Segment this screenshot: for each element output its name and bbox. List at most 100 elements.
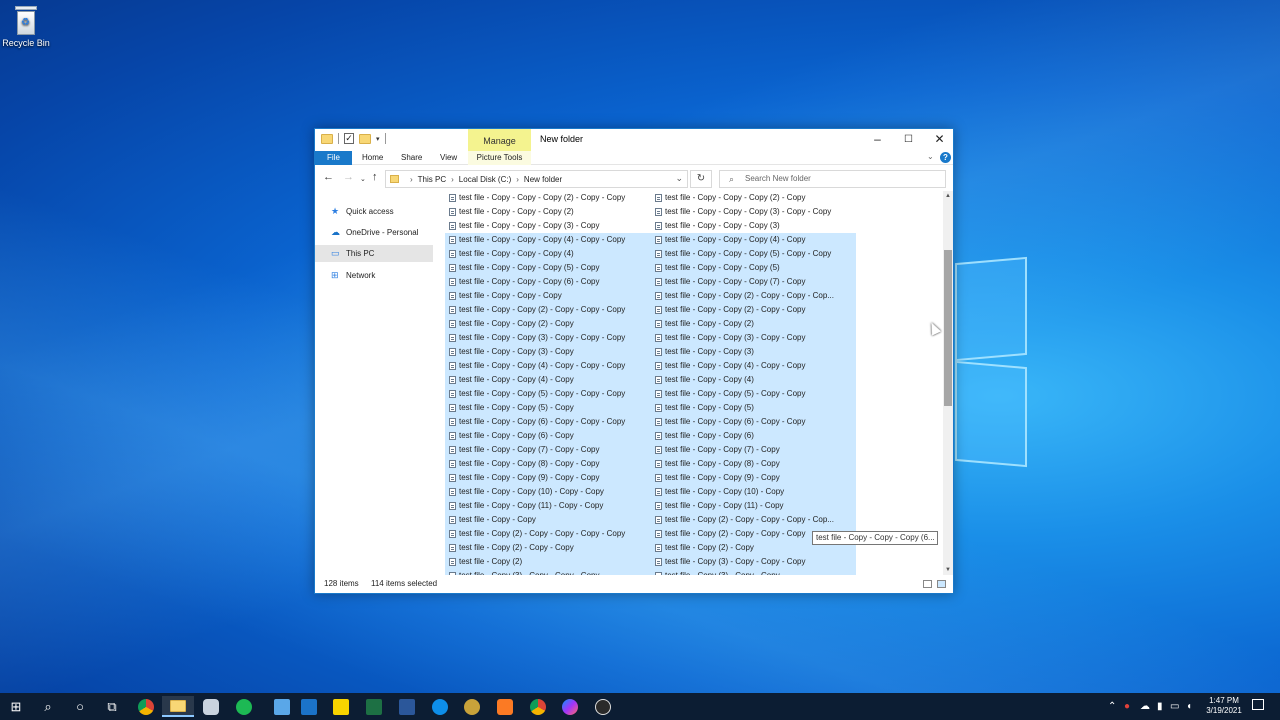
customize-dropdown-icon[interactable]: ▾ bbox=[376, 135, 380, 143]
chrome-icon[interactable] bbox=[130, 696, 162, 717]
tab-manage[interactable]: Manage bbox=[468, 129, 531, 151]
file-item[interactable]: test file - Copy - Copy - Copy (3) - Cop… bbox=[651, 205, 856, 219]
file-item[interactable]: test file - Copy - Copy (2) - Copy bbox=[445, 317, 651, 331]
refresh-button[interactable]: ↻ bbox=[690, 170, 712, 188]
file-item[interactable]: test file - Copy - Copy (4) - Copy bbox=[445, 373, 651, 387]
sticky-notes-icon[interactable] bbox=[325, 696, 357, 717]
up-icon[interactable]: ↑ bbox=[372, 171, 378, 183]
search-input[interactable]: ⌕ Search New folder bbox=[719, 170, 946, 188]
file-item[interactable]: test file - Copy - Copy - Copy (4) bbox=[445, 247, 651, 261]
file-item[interactable]: test file - Copy - Copy (6) - Copy - Cop… bbox=[651, 415, 856, 429]
nav-item-this-pc[interactable]: ▭ This PC bbox=[315, 245, 433, 262]
app2-icon[interactable] bbox=[456, 696, 488, 717]
file-item[interactable]: test file - Copy - Copy (8) - Copy - Cop… bbox=[445, 457, 651, 471]
file-item[interactable]: test file - Copy - Copy - Copy (3) - Cop… bbox=[445, 219, 651, 233]
file-item[interactable]: test file - Copy - Copy (3) - Copy - Cop… bbox=[445, 331, 651, 345]
scroll-up-icon[interactable]: ▲ bbox=[943, 191, 953, 201]
teamviewer-icon[interactable] bbox=[424, 696, 456, 717]
tab-view[interactable]: View bbox=[440, 151, 457, 165]
chevron-right-icon[interactable]: › bbox=[516, 175, 519, 184]
file-item[interactable]: test file - Copy - Copy (3) - Copy - Cop… bbox=[651, 331, 856, 345]
security-icon[interactable]: ● bbox=[1124, 693, 1130, 720]
details-view-icon[interactable] bbox=[923, 580, 932, 588]
file-item[interactable]: test file - Copy - Copy (7) - Copy bbox=[651, 443, 856, 457]
word-icon[interactable] bbox=[391, 696, 423, 717]
file-item[interactable]: test file - Copy - Copy (9) - Copy - Cop… bbox=[445, 471, 651, 485]
address-bar[interactable]: › This PC › Local Disk (C:) › New folder… bbox=[385, 170, 688, 188]
file-item[interactable]: test file - Copy - Copy (5) bbox=[651, 401, 856, 415]
tab-share[interactable]: Share bbox=[401, 151, 422, 165]
file-item[interactable]: test file - Copy - Copy (6) - Copy - Cop… bbox=[445, 415, 651, 429]
file-item[interactable]: test file - Copy - Copy - Copy (2) - Cop… bbox=[651, 191, 856, 205]
file-item[interactable]: test file - Copy - Copy (2) - Copy - Cop… bbox=[651, 289, 856, 303]
file-item[interactable]: test file - Copy - Copy (4) - Copy - Cop… bbox=[651, 359, 856, 373]
large-icons-view-icon[interactable] bbox=[937, 580, 946, 588]
file-item[interactable]: test file - Copy - Copy (10) - Copy - Co… bbox=[445, 485, 651, 499]
file-item[interactable]: test file - Copy - Copy (2) - Copy - Cop… bbox=[445, 303, 651, 317]
breadcrumb-this-pc[interactable]: This PC bbox=[418, 175, 446, 184]
nav-item-quick-access[interactable]: ★ Quick access bbox=[315, 203, 433, 220]
file-item[interactable]: test file - Copy - Copy (11) - Copy - Co… bbox=[445, 499, 651, 513]
file-item[interactable]: test file - Copy (2) - Copy - Copy - Cop… bbox=[445, 527, 651, 541]
scroll-thumb[interactable] bbox=[944, 250, 952, 406]
breadcrumb-local-disk[interactable]: Local Disk (C:) bbox=[459, 175, 511, 184]
tab-home[interactable]: Home bbox=[362, 151, 383, 165]
file-item[interactable]: test file - Copy - Copy bbox=[445, 513, 651, 527]
file-item[interactable]: test file - Copy - Copy (10) - Copy bbox=[651, 485, 856, 499]
file-item[interactable]: test file - Copy - Copy - Copy (4) - Cop… bbox=[651, 233, 856, 247]
clock[interactable]: 1:47 PM 3/19/2021 bbox=[1199, 696, 1249, 716]
file-item[interactable]: test file - Copy (2) - Copy - Copy bbox=[445, 541, 651, 555]
file-item[interactable]: test file - Copy - Copy (8) - Copy bbox=[651, 457, 856, 471]
show-hidden-icons-icon[interactable]: ⌃ bbox=[1108, 693, 1116, 720]
file-item[interactable]: test file - Copy - Copy - Copy (7) - Cop… bbox=[651, 275, 856, 289]
notification-icon[interactable] bbox=[1252, 699, 1264, 710]
file-item[interactable]: test file - Copy (2) - Copy - Copy - Cop… bbox=[651, 513, 856, 527]
file-item[interactable]: test file - Copy - Copy (2) bbox=[651, 317, 856, 331]
file-item[interactable]: test file - Copy - Copy - Copy (2) bbox=[445, 205, 651, 219]
vertical-scrollbar[interactable]: ▲ ▼ bbox=[943, 191, 953, 575]
file-item[interactable]: test file - Copy - Copy (2) - Copy - Cop… bbox=[651, 303, 856, 317]
file-item[interactable]: test file - Copy - Copy (9) - Copy bbox=[651, 471, 856, 485]
file-item[interactable]: test file - Copy - Copy - Copy (5) bbox=[651, 261, 856, 275]
obs-icon[interactable] bbox=[587, 696, 619, 717]
spotify-icon[interactable] bbox=[228, 696, 260, 717]
maximize-button[interactable]: ☐ bbox=[893, 129, 924, 151]
app-icon[interactable] bbox=[195, 696, 227, 717]
file-item[interactable]: test file - Copy - Copy (3) - Copy bbox=[445, 345, 651, 359]
recycle-bin[interactable]: ♻ Recycle Bin bbox=[2, 4, 50, 48]
file-item[interactable]: test file - Copy - Copy - Copy bbox=[445, 289, 651, 303]
chrome2-icon[interactable] bbox=[522, 696, 554, 717]
minimize-button[interactable]: – bbox=[862, 129, 893, 151]
file-item[interactable]: test file - Copy - Copy (11) - Copy bbox=[651, 499, 856, 513]
file-item[interactable]: test file - Copy (3) - Copy - Copy - Cop… bbox=[651, 555, 856, 569]
new-folder-icon[interactable] bbox=[359, 133, 371, 144]
file-item[interactable]: test file - Copy - Copy - Copy (3) bbox=[651, 219, 856, 233]
microphone-icon[interactable]: ▮ bbox=[1157, 693, 1163, 720]
file-item[interactable]: test file - Copy - Copy (3) bbox=[651, 345, 856, 359]
back-icon[interactable]: ← bbox=[323, 171, 334, 183]
scroll-down-icon[interactable]: ▼ bbox=[943, 565, 953, 575]
file-item[interactable]: test file - Copy - Copy (7) - Copy - Cop… bbox=[445, 443, 651, 457]
chevron-right-icon[interactable]: › bbox=[451, 175, 454, 184]
file-item[interactable]: test file - Copy - Copy (4) bbox=[651, 373, 856, 387]
mail-icon[interactable] bbox=[293, 696, 325, 717]
nav-item-onedrive[interactable]: ☁ OneDrive - Personal bbox=[315, 224, 433, 241]
file-item[interactable]: test file - Copy (2) bbox=[445, 555, 651, 569]
forward-icon[interactable]: → bbox=[343, 171, 354, 183]
file-item[interactable]: test file - Copy - Copy (6) bbox=[651, 429, 856, 443]
tab-picture-tools[interactable]: Picture Tools bbox=[468, 151, 531, 165]
file-explorer-icon[interactable] bbox=[162, 696, 194, 717]
properties-icon[interactable]: ✓ bbox=[344, 133, 354, 144]
onedrive-tray-icon[interactable]: ☁ bbox=[1140, 693, 1150, 720]
file-item[interactable]: test file - Copy - Copy (6) - Copy bbox=[445, 429, 651, 443]
search-icon[interactable]: ⌕ bbox=[32, 696, 64, 717]
chevron-down-icon[interactable]: ⌄ bbox=[675, 173, 683, 184]
file-item[interactable]: test file - Copy - Copy (4) - Copy - Cop… bbox=[445, 359, 651, 373]
recent-locations-icon[interactable]: ⌄ bbox=[360, 175, 366, 183]
cortana-icon[interactable]: ○ bbox=[64, 696, 96, 717]
windows-start-icon[interactable]: ⊞ bbox=[0, 696, 32, 717]
file-item[interactable]: test file - Copy - Copy (5) - Copy bbox=[445, 401, 651, 415]
file-item[interactable]: test file - Copy - Copy - Copy (5) - Cop… bbox=[651, 247, 856, 261]
file-item[interactable]: test file - Copy - Copy - Copy (2) - Cop… bbox=[445, 191, 651, 205]
help-icon[interactable]: ? bbox=[940, 152, 951, 163]
